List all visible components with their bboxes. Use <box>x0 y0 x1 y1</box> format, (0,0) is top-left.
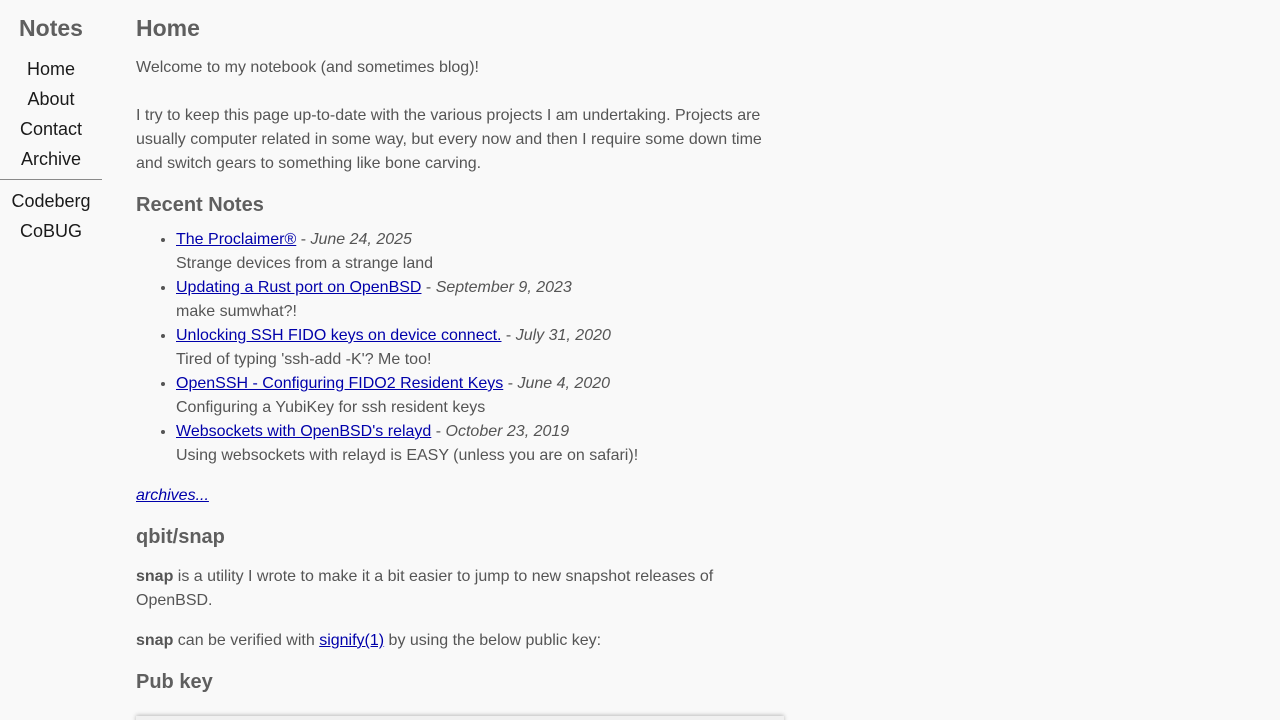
site-brand: Notes <box>19 15 83 41</box>
nav-codeberg-link[interactable]: Codeberg <box>0 186 102 216</box>
welcome-text: Welcome to my notebook (and sometimes bl… <box>136 59 479 76</box>
main-content: Home Welcome to my notebook (and sometim… <box>136 0 776 694</box>
note-link-openssh-fido2[interactable]: OpenSSH - Configuring FIDO2 Resident Key… <box>176 375 503 392</box>
snap-description: snap is a utility I wrote to make it a b… <box>136 565 776 613</box>
separator: - <box>296 231 311 248</box>
note-summary: Using websockets with relayd is EASY (un… <box>176 447 639 464</box>
recent-notes-list: The Proclaimer® - June 24, 2025 Strange … <box>136 228 776 468</box>
signify-link[interactable]: signify(1) <box>319 632 384 649</box>
separator: - <box>503 375 518 392</box>
note-date: June 4, 2020 <box>517 375 611 392</box>
snap-bold: snap <box>136 632 174 649</box>
separator: - <box>501 327 516 344</box>
recent-notes-heading: Recent Notes <box>136 194 264 216</box>
snap-verify-text: snap can be verified with signify(1) by … <box>136 629 776 653</box>
note-link-proclaimer[interactable]: The Proclaimer® <box>176 231 296 248</box>
archives-link[interactable]: archives... <box>136 484 776 508</box>
sidebar: Notes Home About Contact Archive Codeber… <box>0 0 102 246</box>
verify-post: by using the below public key: <box>384 632 602 649</box>
snap-heading: qbit/snap <box>136 526 225 548</box>
list-item: Updating a Rust port on OpenBSD - Septem… <box>176 276 776 324</box>
pubkey-heading: Pub key <box>136 671 213 693</box>
pubkey-code-block <box>136 716 784 720</box>
separator: - <box>431 423 446 440</box>
snap-bold: snap <box>136 568 174 585</box>
note-summary: Configuring a YubiKey for ssh resident k… <box>176 399 486 416</box>
note-link-ssh-fido[interactable]: Unlocking SSH FIDO keys on device connec… <box>176 327 501 344</box>
nav-about-link[interactable]: About <box>0 84 102 114</box>
note-link-rust-port[interactable]: Updating a Rust port on OpenBSD <box>176 279 421 296</box>
nav-cobug-link[interactable]: CoBUG <box>0 216 102 246</box>
list-item: Websockets with OpenBSD's relayd - Octob… <box>176 420 776 468</box>
intro-paragraph: I try to keep this page up-to-date with … <box>136 107 762 172</box>
list-item: OpenSSH - Configuring FIDO2 Resident Key… <box>176 372 776 420</box>
nav-contact-link[interactable]: Contact <box>0 114 102 144</box>
verify-pre: can be verified with <box>173 632 320 649</box>
note-summary: Strange devices from a strange land <box>176 255 434 272</box>
note-link-websockets[interactable]: Websockets with OpenBSD's relayd <box>176 423 431 440</box>
list-item: The Proclaimer® - June 24, 2025 Strange … <box>176 228 776 276</box>
note-summary: Tired of typing 'ssh-add -K'? Me too! <box>176 351 432 368</box>
page-title: Home <box>136 15 200 41</box>
nav-archive-link[interactable]: Archive <box>0 144 102 174</box>
separator: - <box>421 279 436 296</box>
list-item: Unlocking SSH FIDO keys on device connec… <box>176 324 776 372</box>
sidebar-nav: Home About Contact Archive Codeberg CoBU… <box>0 54 102 246</box>
sidebar-divider <box>0 179 102 180</box>
note-summary: make sumwhat?! <box>176 303 297 320</box>
note-date: July 31, 2020 <box>515 327 611 344</box>
snap-desc-text: is a utility I wrote to make it a bit ea… <box>136 568 714 609</box>
note-date: June 24, 2025 <box>310 231 412 248</box>
note-date: September 9, 2023 <box>435 279 572 296</box>
note-date: October 23, 2019 <box>445 423 570 440</box>
nav-home-link[interactable]: Home <box>0 54 102 84</box>
